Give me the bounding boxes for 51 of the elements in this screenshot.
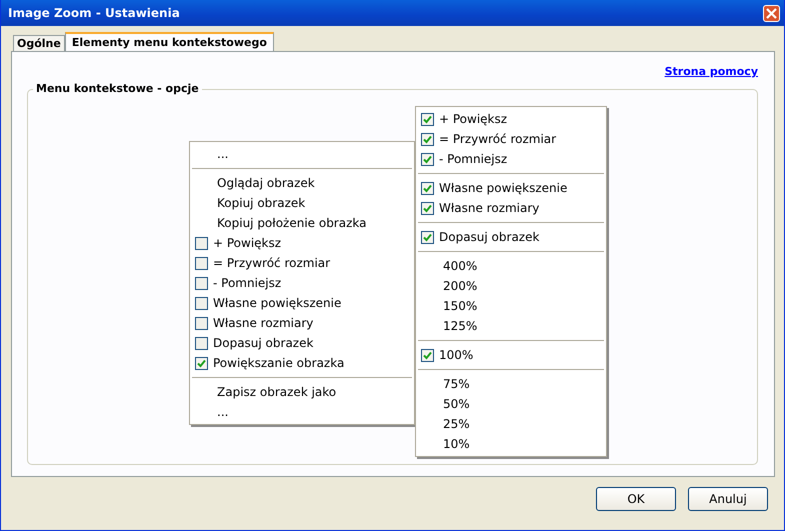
menu-item[interactable]: ...	[190, 144, 414, 164]
menu-item[interactable]: Dopasuj obrazek	[439, 227, 540, 247]
menu-item[interactable]: 50%	[416, 394, 606, 414]
checkbox[interactable]	[195, 356, 208, 370]
menu-item[interactable]: Powiększanie obrazka	[213, 353, 344, 373]
menu-item[interactable]: = Przywróć rozmiar	[213, 253, 330, 273]
checkbox[interactable]	[421, 152, 434, 166]
dialog-button[interactable]: OK	[596, 487, 676, 511]
menu-item[interactable]: Własne rozmiary	[213, 313, 314, 333]
help-link[interactable]: Strona pomocy	[664, 65, 758, 81]
checkbox[interactable]	[195, 276, 208, 290]
dialog-button[interactable]: Anuluj	[688, 487, 768, 511]
checkbox[interactable]	[421, 132, 434, 146]
checkbox[interactable]	[421, 230, 434, 244]
menu-item[interactable]: - Pomniejsz	[439, 149, 508, 169]
menu-item[interactable]: 100%	[439, 345, 474, 365]
menu-item[interactable]: 25%	[416, 414, 606, 434]
checkbox[interactable]	[195, 236, 208, 250]
menu-item[interactable]: = Przywróć rozmiar	[439, 129, 556, 149]
tab[interactable]: Ogólne	[13, 35, 65, 51]
checkbox[interactable]	[421, 182, 434, 194]
menu-item[interactable]: 75%	[416, 374, 606, 394]
menu-item[interactable]: 200%	[416, 276, 606, 296]
checkbox[interactable]	[421, 112, 434, 126]
menu-item[interactable]: ...	[190, 402, 414, 422]
menu-item[interactable]: Zapisz obrazek jako	[190, 382, 414, 402]
group-title: Menu kontekstowe - opcje	[33, 82, 202, 95]
menu-item[interactable]: Kopiuj położenie obrazka	[190, 213, 414, 233]
menu-item[interactable]: Własne rozmiary	[439, 198, 540, 218]
checkbox[interactable]	[421, 348, 434, 362]
menu-item[interactable]: 10%	[416, 434, 606, 454]
menu-item[interactable]: 150%	[416, 296, 606, 316]
menu-item[interactable]: Dopasuj obrazek	[213, 333, 314, 353]
menu-item[interactable]: 125%	[416, 316, 606, 336]
menu-item[interactable]: Własne powiększenie	[439, 178, 568, 198]
menu-item[interactable]: Kopiuj obrazek	[190, 193, 414, 213]
menu-item[interactable]: 400%	[416, 256, 606, 276]
checkbox[interactable]	[421, 202, 434, 214]
checkbox[interactable]	[195, 316, 208, 330]
close-icon	[765, 6, 778, 20]
close-button[interactable]	[763, 4, 780, 22]
window-title: Image Zoom - Ustawienia	[8, 6, 180, 20]
menu-item[interactable]: + Powiększ	[439, 109, 508, 129]
menu-item[interactable]: - Pomniejsz	[213, 273, 282, 293]
checkbox[interactable]	[195, 256, 208, 270]
tab[interactable]: Elementy menu kontekstowego	[64, 32, 274, 51]
menu-item[interactable]: + Powiększ	[213, 233, 282, 253]
menu-item[interactable]: Własne powiększenie	[213, 293, 342, 313]
checkbox[interactable]	[195, 296, 208, 310]
menu-item[interactable]: Oglądaj obrazek	[190, 173, 414, 193]
checkbox[interactable]	[195, 336, 208, 350]
